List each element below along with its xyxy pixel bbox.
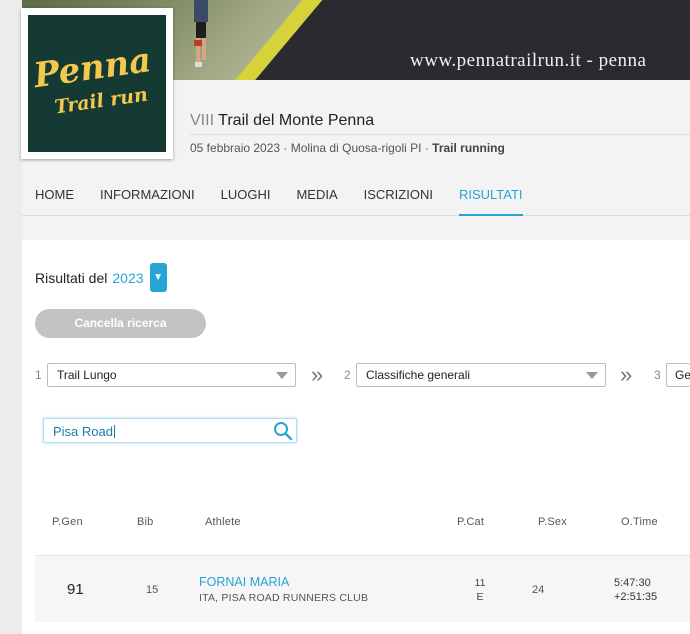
event-date: 05 febbraio 2023 <box>190 141 281 155</box>
double-chevron-right-icon: » <box>311 362 324 387</box>
column-header-pgen[interactable]: P.Gen <box>52 516 83 528</box>
event-title: VIII Trail del Monte Penna <box>190 112 374 130</box>
nav-home[interactable]: HOME <box>22 176 87 216</box>
row-psex: 24 <box>532 584 545 596</box>
event-discipline: Trail running <box>432 141 505 155</box>
column-header-otime[interactable]: O.Time <box>621 516 658 528</box>
search-input-value: Pisa Road <box>53 424 113 439</box>
column-header-athlete[interactable]: Athlete <box>205 516 241 528</box>
double-chevron-right-icon: » <box>620 362 633 387</box>
search-icon[interactable] <box>273 421 293 441</box>
column-header-psex[interactable]: P.Sex <box>538 516 567 528</box>
row-club: ITA, PISA ROAD RUNNERS CLUB <box>199 592 369 604</box>
year-dropdown-button[interactable]: ▼ <box>149 263 167 292</box>
search-input[interactable]: Pisa Road <box>43 418 297 443</box>
race-select-value: Trail Lungo <box>57 368 117 382</box>
banner-url: www.pennatrailrun.it - penna <box>410 50 647 71</box>
results-heading-label: Risultati del <box>35 269 108 286</box>
nav-label: HOME <box>35 187 74 202</box>
caret-down-icon <box>276 372 288 379</box>
nav-label: LUOGHI <box>220 187 271 202</box>
clear-search-button[interactable]: Cancella ricerca <box>35 309 206 338</box>
column-header-bib[interactable]: Bib <box>137 516 154 528</box>
runner-figure <box>194 0 208 67</box>
row-pgen: 91 <box>67 581 84 598</box>
results-heading: Risultati del 2023 ▼ <box>35 263 167 292</box>
title-divider <box>190 134 690 135</box>
row-gap: +2:51:35 <box>614 591 658 603</box>
step-number-1: 1 <box>35 368 42 382</box>
event-edition: VIII <box>190 112 215 129</box>
nav-label: INFORMAZIONI <box>100 187 195 202</box>
nav-risultati[interactable]: RISULTATI <box>446 176 536 216</box>
table-row[interactable]: 91 15 FORNAI MARIA ITA, PISA ROAD RUNNER… <box>35 555 690 622</box>
nav-informazioni[interactable]: INFORMAZIONI <box>87 176 208 216</box>
ranking-select-value: Classifiche generali <box>366 368 471 382</box>
event-nav: HOME INFORMAZIONI LUOGHI MEDIA ISCRIZION… <box>22 176 690 216</box>
logo-image: Penna Trail run <box>30 40 153 118</box>
results-year[interactable]: 2023 <box>112 270 143 286</box>
meta-separator: · <box>421 141 433 155</box>
event-meta: 05 febbraio 2023 · Molina di Quosa-rigol… <box>190 141 505 155</box>
row-pcat: 11 E <box>473 576 487 604</box>
event-logo: Penna Trail run <box>28 15 166 152</box>
nav-luoghi[interactable]: LUOGHI <box>208 176 284 216</box>
step-number-2: 2 <box>344 368 351 382</box>
nav-media[interactable]: MEDIA <box>283 176 350 216</box>
caret-down-icon: ▼ <box>153 272 163 283</box>
caret-down-icon <box>586 372 598 379</box>
row-pcat-position: 11 <box>474 577 486 589</box>
nav-label: MEDIA <box>296 187 338 202</box>
race-select[interactable]: Trail Lungo <box>47 363 296 387</box>
ranking-select[interactable]: Classifiche generali <box>356 363 606 387</box>
step-number-3: 3 <box>654 368 661 382</box>
event-name: Trail del Monte Penna <box>218 112 375 129</box>
page: www.pennatrailrun.it - penna Penna Trail… <box>0 0 690 634</box>
nav-label: ISCRIZIONI <box>363 187 433 202</box>
nav-iscrizioni[interactable]: ISCRIZIONI <box>351 176 446 216</box>
column-header-pcat[interactable]: P.Cat <box>457 516 484 528</box>
category-select[interactable]: Ge <box>666 363 690 387</box>
event-location: Molina di Quosa-rigoli PI <box>290 141 422 155</box>
nav-label: RISULTATI <box>458 176 523 216</box>
row-time: 5:47:30 <box>614 577 651 589</box>
meta-separator: · <box>280 141 291 155</box>
category-select-value: Ge <box>675 368 690 382</box>
row-pcat-category: E <box>476 591 484 603</box>
row-athlete-link[interactable]: FORNAI MARIA <box>199 575 289 589</box>
row-otime: 5:47:30 +2:51:35 <box>614 576 657 604</box>
row-bib: 15 <box>146 584 159 596</box>
